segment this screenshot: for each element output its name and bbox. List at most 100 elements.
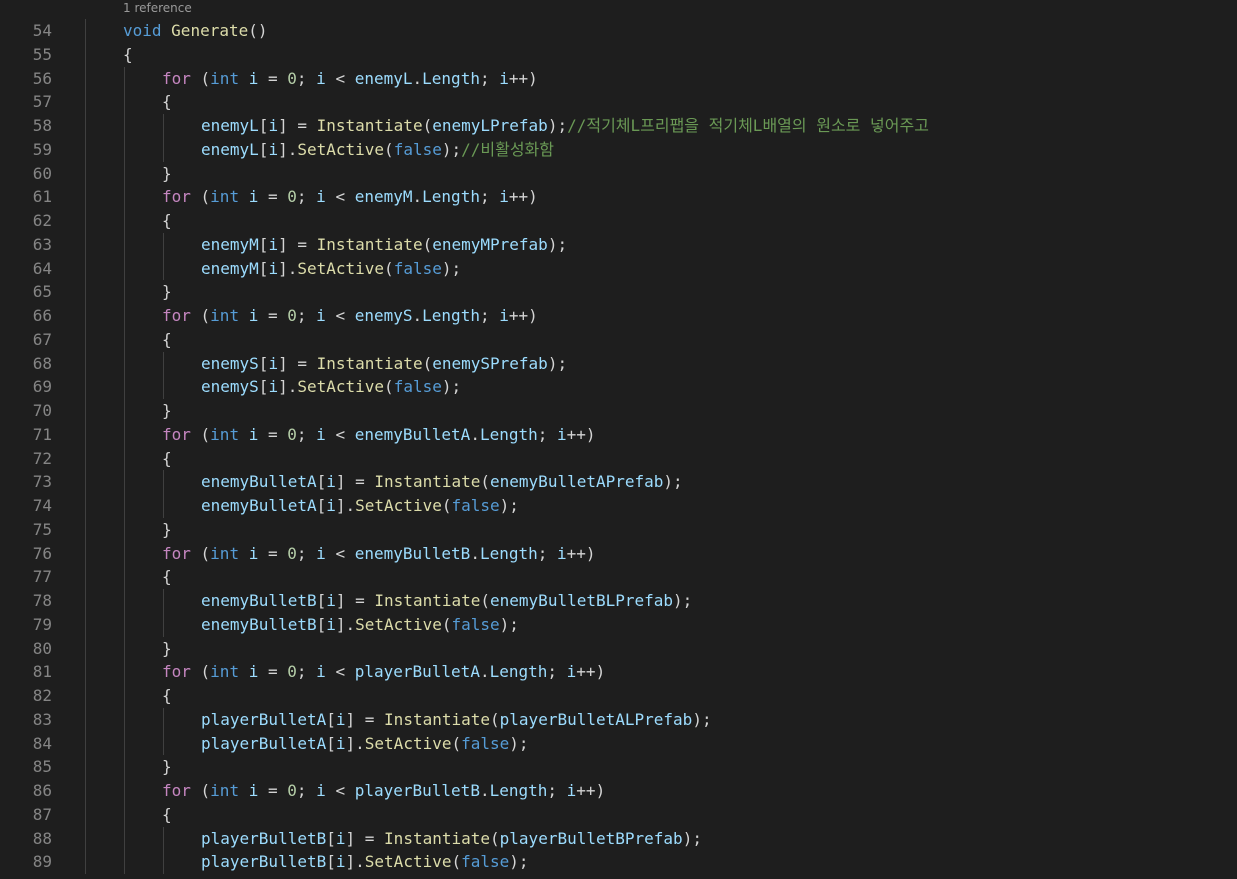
code-token: enemyS [201,377,259,397]
code-text: for (int i = 0; i < enemyL.Length; i++) [162,67,538,91]
code-token: [ [316,591,327,610]
code-line[interactable]: 74 enemyBulletA[i].SetActive(false); [0,494,1237,518]
code-line[interactable]: 69 enemyS[i].SetActive(false); [0,375,1237,399]
code-line[interactable]: 70} [0,399,1237,423]
code-token: i [248,424,259,444]
code-token: i [326,591,336,610]
code-line[interactable]: 66 for (int i = 0; i < enemyS.Length; i++… [0,304,1237,328]
indent-guide [85,137,86,162]
indent-guide [124,351,125,376]
code-text: for (int i = 0; i < enemyS.Length; i++) [162,304,538,328]
code-token: ; [479,306,500,325]
code-token: for [162,187,191,207]
code-token: enemyL [354,68,413,88]
code-line[interactable]: 56 for (int i = 0; i < enemyL.Length; i++… [0,66,1237,91]
code-editor[interactable]: 1 reference 54 void Generate() 55{56 for (i… [0,0,1237,879]
code-line[interactable]: 68 enemyS[i] = Instantiate(enemySPrefab); [0,351,1237,376]
code-token: int [210,187,240,207]
code-token: ); [692,709,712,729]
code-line[interactable]: 83 playerBulletA[i] = Instantiate(playerB… [0,707,1237,732]
line-number: 65 [32,282,52,302]
code-line[interactable]: 57 { [0,90,1237,114]
code-token: ] = [345,709,385,729]
code-line[interactable]: 89 playerBulletB[i].SetActive(false); [0,850,1237,874]
code-line[interactable]: 76 for (int i = 0; i < enemyBulletB.Lengt… [0,541,1237,566]
code-line[interactable]: 87 { [0,802,1237,827]
line-number: 81 [32,662,52,682]
code-line[interactable]: 77 { [0,565,1237,589]
code-line[interactable]: 59 enemyL[i].SetActive(false);//비활성화함 [0,137,1237,162]
code-line[interactable]: 86 for (int i = 0; i < playerBulletB.Leng… [0,779,1237,803]
code-text: playerBulletB[i] = Instantiate(playerBul… [201,827,702,851]
indent-guide [85,707,86,732]
code-line[interactable]: 84 playerBulletA[i].SetActive(false); [0,731,1237,756]
code-line[interactable]: 81 for (int i = 0; i < playerBulletA.Leng… [0,660,1237,684]
line-number: 77 [32,567,52,587]
code-line[interactable]: 65} [0,280,1237,304]
code-text: for (int i = 0; i < playerBulletA.Length… [162,660,605,684]
code-line[interactable]: 72 { [0,446,1237,471]
code-text: { [123,43,133,67]
code-token: playerBulletALPrefab [499,709,693,729]
code-token: playerBulletB [201,828,327,848]
code-token: ]. [278,377,298,397]
code-text: for (int i = 0; i < playerBulletB.Length… [162,779,605,803]
code-line[interactable]: 82 { [0,684,1237,708]
code-line[interactable]: 71 for (int i = 0; i < enemyBulletA.Lengt… [0,422,1237,447]
code-line[interactable]: 58 enemyL[i] = Instantiate(enemyLPrefab);… [0,114,1237,138]
line-number: 75 [32,519,52,539]
indent-guide [85,304,86,328]
code-line[interactable]: 54 void Generate() [0,19,1237,43]
indent-guide [85,209,86,233]
code-token: { [162,686,172,705]
code-line[interactable]: 78 enemyBulletB[i] = Instantiate(enemyBul… [0,589,1237,613]
code-token: [ [326,709,336,729]
code-token: int [210,68,240,88]
indent-guide [124,589,125,613]
code-line[interactable]: 67 { [0,327,1237,352]
code-line[interactable]: 75} [0,517,1237,542]
code-token: ]. [278,139,298,159]
line-number: 80 [32,638,52,658]
code-token: [ [258,258,269,278]
indent-guide [85,351,86,376]
code-line[interactable]: 63 enemyM[i] = Instantiate(enemyMPrefab); [0,232,1237,257]
code-line[interactable]: 88 playerBulletB[i] = Instantiate(playerB… [0,826,1237,851]
code-line[interactable]: 62 { [0,209,1237,233]
code-token: [ [258,139,269,159]
code-line[interactable]: 80} [0,636,1237,661]
indent-guide [85,541,86,566]
codelens-references[interactable]: 1 reference [123,0,192,16]
code-token: ] = [345,828,385,848]
code-line[interactable]: 73 enemyBulletA[i] = Instantiate(enemyBul… [0,470,1237,494]
code-line[interactable]: 55 { [0,42,1237,67]
code-line[interactable]: 61 for (int i = 0; i < enemyM.Length; i++… [0,185,1237,209]
indent-guide [124,280,125,304]
code-token: enemyBulletBLPrefab [490,591,674,610]
code-token: false [451,614,500,634]
code-token: ]. [335,496,356,515]
indent-guide [85,256,86,281]
code-token: ; [296,543,317,563]
code-token: ( [480,591,491,610]
code-line[interactable]: 64 enemyM[i].SetActive(false); [0,256,1237,281]
code-token: [ [258,353,269,373]
code-text: for (int i = 0; i < enemyBulletA.Length;… [162,423,596,447]
code-token: ++) [508,187,538,207]
code-token: ]. [335,614,356,634]
code-text: } [162,755,172,779]
indent-guide [163,612,164,637]
indent-guide [124,802,125,827]
code-token: ( [190,424,211,444]
code-line[interactable]: 79 enemyBulletB[i].SetActive(false); [0,612,1237,637]
indent-guide [124,137,125,162]
code-line[interactable]: 60} [0,161,1237,186]
code-token: ( [190,543,211,563]
code-token: i [499,68,509,88]
code-token: = [258,543,288,563]
indent-guide [124,612,125,637]
code-token: i [499,187,509,207]
code-line[interactable]: 85} [0,755,1237,779]
code-token: i [316,424,326,444]
line-number: 61 [32,187,52,207]
